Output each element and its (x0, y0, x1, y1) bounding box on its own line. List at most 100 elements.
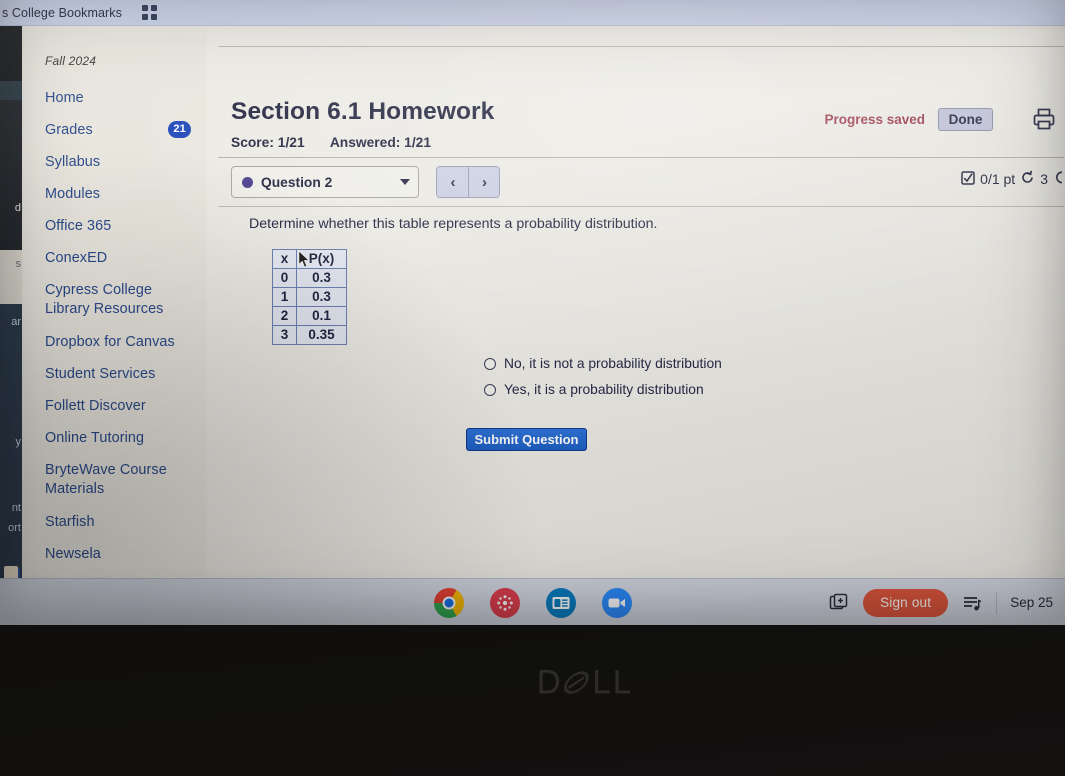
sidebar-item-grades[interactable]: Grades 21 (22, 114, 207, 146)
sidebar-item-brytewave-course-materials[interactable]: BryteWave Course Materials (22, 454, 207, 506)
assignment-content-area: Section 6.1 Homework Score: 1/21 Answere… (207, 30, 1065, 600)
table-cell-px: 0.1 (296, 306, 347, 326)
content-divider-middle (218, 157, 1064, 158)
sidebar-item-conexed[interactable]: ConexED (22, 242, 207, 274)
global-nav-fragment: s (15, 258, 22, 270)
sidebar-item-label: Online Tutoring (45, 430, 145, 447)
radio-button-icon[interactable] (484, 357, 496, 370)
table-cell-px: 0.35 (296, 325, 347, 345)
question-prev-next-group: ‹ › (436, 166, 501, 198)
sidebar-item-label: Grades (45, 122, 93, 138)
course-navigation-sidebar: Fall 2024 Home Grades 21 Syllabus Module… (22, 30, 207, 600)
answer-option-label: Yes, it is a probability distribution (504, 382, 704, 397)
monitor-screen: s College Bookmarks d s ar y nt ort Fall… (0, 0, 1065, 625)
current-question-label: Question 2 (261, 174, 333, 190)
score-summary: Score: 1/21 Answered: 1/21 (231, 135, 431, 150)
sidebar-item-online-tutoring[interactable]: Online Tutoring (22, 422, 207, 454)
sidebar-item-student-services[interactable]: Student Services (22, 358, 207, 390)
term-label: Fall 2024 (45, 54, 97, 68)
global-nav-fragment: ort (8, 522, 21, 534)
table-cell-px: 0.3 (296, 268, 347, 288)
sidebar-item-modules[interactable]: Modules (22, 178, 207, 210)
content-divider-top (218, 46, 1064, 47)
retry-circle-icon (1020, 170, 1035, 188)
apps-grid-icon[interactable] (142, 5, 158, 20)
table-row: 3 0.35 (272, 325, 347, 345)
done-button[interactable]: Done (938, 108, 993, 131)
dell-brand-logo: D⊘LL (500, 662, 670, 702)
sidebar-item-follett-discover[interactable]: Follett Discover (22, 390, 207, 422)
zoom-icon[interactable] (601, 587, 632, 618)
chrome-icon[interactable] (433, 587, 464, 618)
radio-button-icon[interactable] (484, 383, 496, 396)
table-cell-x: 2 (272, 306, 297, 326)
global-nav-fragment: d (14, 202, 21, 214)
table-row: 1 0.3 (272, 287, 347, 307)
sidebar-item-label: Follett Discover (45, 398, 146, 415)
sidebar-item-label: BryteWave Course Materials (45, 462, 167, 498)
table-cell-px: 0.3 (296, 287, 347, 307)
printer-icon[interactable] (1031, 106, 1057, 132)
sidebar-item-home[interactable]: Home (22, 82, 207, 114)
sidebar-item-syllabus[interactable]: Syllabus (22, 146, 207, 178)
bookmarks-folder-label[interactable]: s College Bookmarks (2, 6, 122, 20)
sidebar-item-starfish[interactable]: Starfish (22, 506, 207, 538)
score-label: Score: 1/21 (231, 135, 305, 150)
sidebar-item-newsela[interactable]: Newsela (22, 538, 207, 570)
answer-option-label: No, it is not a probability distribution (504, 356, 722, 371)
sidebar-item-label: ConexED (45, 250, 108, 266)
sidebar-item-label: Modules (45, 186, 101, 202)
sidebar-item-dropbox-for-canvas[interactable]: Dropbox for Canvas (22, 326, 207, 358)
grades-count-badge: 21 (168, 121, 191, 138)
sidebar-item-office-365[interactable]: Office 365 (22, 210, 207, 242)
content-divider-bottom (218, 206, 1064, 207)
question-points-meta: 0/1 pt 3 (961, 170, 1063, 188)
media-playlist-icon[interactable] (961, 592, 983, 614)
sidebar-item-label: Syllabus (45, 154, 101, 170)
canvas-global-nav-strip: d s ar y nt ort (0, 26, 22, 601)
points-label: 0/1 pt (980, 171, 1016, 187)
sidebar-item-label: Cypress College Library Resources (45, 282, 164, 318)
answered-label: Answered: 1/21 (329, 135, 432, 150)
sidebar-item-library-resources[interactable]: Cypress College Library Resources (22, 274, 207, 326)
tray-divider (996, 591, 998, 614)
canvas-blue-icon[interactable] (545, 587, 576, 618)
question-prompt: Determine whether this table represents … (249, 216, 658, 232)
table-header-cell: x (272, 249, 297, 269)
table-cell-x: 0 (272, 268, 297, 288)
question-navigation-bar: Question 2 ‹ › (231, 166, 501, 198)
table-row: 2 0.1 (272, 306, 347, 326)
global-nav-top-block (0, 26, 22, 81)
table-cell-x: 3 (272, 325, 297, 345)
question-select-dropdown[interactable]: Question 2 (231, 166, 419, 198)
answer-options-group: No, it is not a probability distribution… (484, 356, 722, 408)
progress-status: Progress saved (824, 112, 925, 127)
chevron-down-icon (400, 179, 410, 185)
table-row: 0 0.3 (272, 268, 347, 288)
browser-bookmarks-bar: s College Bookmarks (0, 0, 1065, 26)
question-status-dot-icon (242, 176, 253, 188)
chromeos-shelf: Sign out Sep 25 (0, 578, 1065, 625)
sidebar-item-label: Office 365 (45, 218, 112, 234)
next-question-button[interactable]: › (468, 167, 500, 197)
sidebar-item-label: Newsela (45, 546, 101, 563)
answer-option-no[interactable]: No, it is not a probability distribution (484, 356, 722, 371)
detail-icon-cutoff (1053, 170, 1063, 188)
shelf-date[interactable]: Sep 25 (1010, 595, 1057, 610)
screenshot-root: s College Bookmarks d s ar y nt ort Fall… (0, 0, 1065, 776)
sign-out-button[interactable]: Sign out (863, 588, 949, 617)
attempts-count: 3 (1040, 171, 1048, 187)
checkbox-check-icon (961, 170, 975, 188)
page-title: Section 6.1 Homework (231, 98, 495, 125)
sidebar-item-label: Starfish (45, 514, 95, 531)
screen-capture-icon[interactable] (828, 592, 850, 614)
global-nav-fragment: ar (11, 316, 21, 328)
global-nav-dark-block (0, 100, 22, 250)
table-cell-x: 1 (272, 287, 297, 307)
shelf-status-tray: Sign out Sep 25 (828, 579, 1057, 625)
sidebar-item-label: Dropbox for Canvas (45, 334, 175, 351)
submit-question-button[interactable]: Submit Question (466, 428, 587, 451)
canvas-student-red-icon[interactable] (489, 587, 520, 618)
previous-question-button[interactable]: ‹ (437, 167, 469, 197)
answer-option-yes[interactable]: Yes, it is a probability distribution (484, 382, 722, 397)
